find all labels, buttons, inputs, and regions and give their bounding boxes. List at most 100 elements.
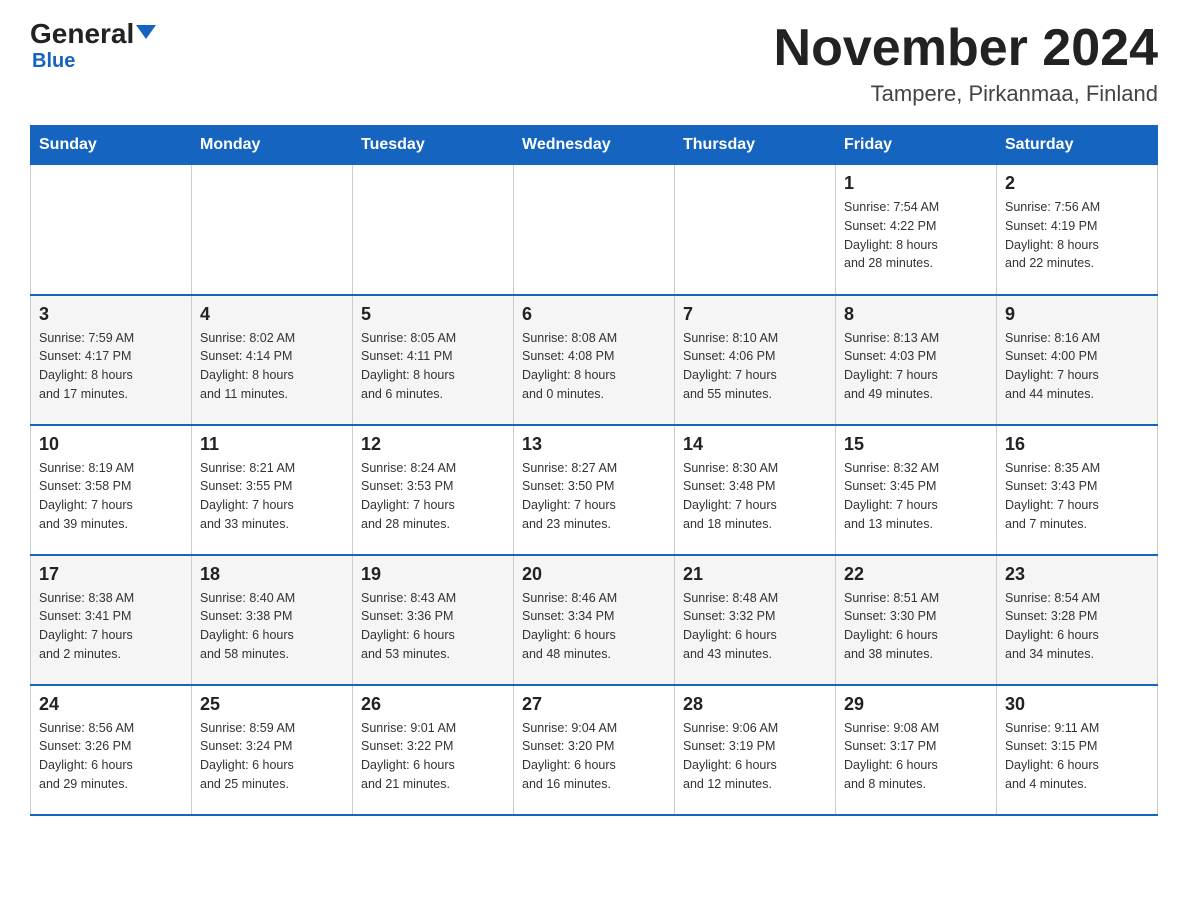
header-row: SundayMondayTuesdayWednesdayThursdayFrid…	[31, 126, 1158, 165]
day-info: Sunrise: 8:24 AMSunset: 3:53 PMDaylight:…	[361, 459, 505, 534]
day-cell	[353, 165, 514, 295]
day-cell: 14 Sunrise: 8:30 AMSunset: 3:48 PMDayligh…	[675, 425, 836, 555]
day-info: Sunrise: 8:56 AMSunset: 3:26 PMDaylight:…	[39, 719, 183, 794]
day-number: 18	[200, 564, 344, 585]
day-info: Sunrise: 8:30 AMSunset: 3:48 PMDaylight:…	[683, 459, 827, 534]
day-cell	[514, 165, 675, 295]
logo-blue-text: Blue	[30, 50, 75, 73]
day-cell: 4Sunrise: 8:02 AMSunset: 4:14 PMDaylight…	[192, 295, 353, 425]
day-cell: 18 Sunrise: 8:40 AMSunset: 3:38 PMDayligh…	[192, 555, 353, 685]
day-number: 23	[1005, 564, 1149, 585]
day-info: Sunrise: 8:35 AMSunset: 3:43 PMDaylight:…	[1005, 459, 1149, 534]
day-cell: 17 Sunrise: 8:38 AMSunset: 3:41 PMDayligh…	[31, 555, 192, 685]
day-cell: 16Sunrise: 8:35 AMSunset: 3:43 PMDayligh…	[997, 425, 1158, 555]
day-info: Sunrise: 8:21 AMSunset: 3:55 PMDaylight:…	[200, 459, 344, 534]
col-header-monday: Monday	[192, 126, 353, 165]
day-info: Sunrise: 8:08 AMSunset: 4:08 PMDaylight:…	[522, 329, 666, 404]
day-info: Sunrise: 8:02 AMSunset: 4:14 PMDaylight:…	[200, 329, 344, 404]
day-number: 25	[200, 694, 344, 715]
day-cell: 3 Sunrise: 7:59 AMSunset: 4:17 PMDaylight…	[31, 295, 192, 425]
day-info: Sunrise: 8:51 AMSunset: 3:30 PMDaylight:…	[844, 589, 988, 664]
col-header-wednesday: Wednesday	[514, 126, 675, 165]
day-number: 30	[1005, 694, 1149, 715]
day-number: 8	[844, 304, 988, 325]
day-cell: 30 Sunrise: 9:11 AMSunset: 3:15 PMDayligh…	[997, 685, 1158, 815]
day-number: 27	[522, 694, 666, 715]
day-number: 26	[361, 694, 505, 715]
day-cell: 25 Sunrise: 8:59 AMSunset: 3:24 PMDayligh…	[192, 685, 353, 815]
day-info: Sunrise: 9:11 AMSunset: 3:15 PMDaylight:…	[1005, 719, 1149, 794]
day-number: 20	[522, 564, 666, 585]
day-info: Sunrise: 8:40 AMSunset: 3:38 PMDaylight:…	[200, 589, 344, 664]
day-cell: 22 Sunrise: 8:51 AMSunset: 3:30 PMDayligh…	[836, 555, 997, 685]
day-number: 24	[39, 694, 183, 715]
day-info: Sunrise: 9:06 AMSunset: 3:19 PMDaylight:…	[683, 719, 827, 794]
day-cell: 5 Sunrise: 8:05 AMSunset: 4:11 PMDaylight…	[353, 295, 514, 425]
day-info: Sunrise: 8:46 AMSunset: 3:34 PMDaylight:…	[522, 589, 666, 664]
day-info: Sunrise: 8:38 AMSunset: 3:41 PMDaylight:…	[39, 589, 183, 664]
location-subtitle: Tampere, Pirkanmaa, Finland	[774, 81, 1158, 107]
day-info: Sunrise: 8:48 AMSunset: 3:32 PMDaylight:…	[683, 589, 827, 664]
day-info: Sunrise: 8:10 AMSunset: 4:06 PMDaylight:…	[683, 329, 827, 404]
day-info: Sunrise: 8:54 AMSunset: 3:28 PMDaylight:…	[1005, 589, 1149, 664]
day-cell: 19 Sunrise: 8:43 AMSunset: 3:36 PMDayligh…	[353, 555, 514, 685]
day-cell: 1Sunrise: 7:54 AMSunset: 4:22 PMDaylight…	[836, 165, 997, 295]
day-number: 5	[361, 304, 505, 325]
logo: General Blue	[30, 20, 156, 73]
day-info: Sunrise: 8:13 AMSunset: 4:03 PMDaylight:…	[844, 329, 988, 404]
day-cell: 7Sunrise: 8:10 AMSunset: 4:06 PMDaylight…	[675, 295, 836, 425]
day-number: 10	[39, 434, 183, 455]
day-info: Sunrise: 7:54 AMSunset: 4:22 PMDaylight:…	[844, 198, 988, 273]
day-info: Sunrise: 8:59 AMSunset: 3:24 PMDaylight:…	[200, 719, 344, 794]
day-info: Sunrise: 9:01 AMSunset: 3:22 PMDaylight:…	[361, 719, 505, 794]
day-cell: 8 Sunrise: 8:13 AMSunset: 4:03 PMDaylight…	[836, 295, 997, 425]
day-info: Sunrise: 8:43 AMSunset: 3:36 PMDaylight:…	[361, 589, 505, 664]
title-area: November 2024 Tampere, Pirkanmaa, Finlan…	[774, 20, 1158, 107]
calendar-table: SundayMondayTuesdayWednesdayThursdayFrid…	[30, 125, 1158, 816]
day-cell	[31, 165, 192, 295]
day-number: 19	[361, 564, 505, 585]
week-row-3: 10 Sunrise: 8:19 AMSunset: 3:58 PMDayligh…	[31, 425, 1158, 555]
month-title: November 2024	[774, 20, 1158, 77]
day-cell: 2Sunrise: 7:56 AMSunset: 4:19 PMDaylight…	[997, 165, 1158, 295]
day-number: 13	[522, 434, 666, 455]
day-number: 9	[1005, 304, 1149, 325]
week-row-5: 24 Sunrise: 8:56 AMSunset: 3:26 PMDayligh…	[31, 685, 1158, 815]
day-info: Sunrise: 8:27 AMSunset: 3:50 PMDaylight:…	[522, 459, 666, 534]
page-header: General Blue November 2024 Tampere, Pirk…	[30, 20, 1158, 107]
day-info: Sunrise: 8:19 AMSunset: 3:58 PMDaylight:…	[39, 459, 183, 534]
day-number: 12	[361, 434, 505, 455]
day-cell: 26 Sunrise: 9:01 AMSunset: 3:22 PMDayligh…	[353, 685, 514, 815]
day-number: 17	[39, 564, 183, 585]
day-cell: 9 Sunrise: 8:16 AMSunset: 4:00 PMDaylight…	[997, 295, 1158, 425]
day-number: 15	[844, 434, 988, 455]
day-cell: 13 Sunrise: 8:27 AMSunset: 3:50 PMDayligh…	[514, 425, 675, 555]
col-header-thursday: Thursday	[675, 126, 836, 165]
day-cell: 27Sunrise: 9:04 AMSunset: 3:20 PMDayligh…	[514, 685, 675, 815]
calendar-body: 1Sunrise: 7:54 AMSunset: 4:22 PMDaylight…	[31, 165, 1158, 815]
day-info: Sunrise: 8:16 AMSunset: 4:00 PMDaylight:…	[1005, 329, 1149, 404]
day-info: Sunrise: 7:59 AMSunset: 4:17 PMDaylight:…	[39, 329, 183, 404]
day-number: 6	[522, 304, 666, 325]
day-number: 3	[39, 304, 183, 325]
logo-triangle-icon	[136, 25, 156, 39]
day-cell	[192, 165, 353, 295]
day-number: 21	[683, 564, 827, 585]
day-cell: 11Sunrise: 8:21 AMSunset: 3:55 PMDayligh…	[192, 425, 353, 555]
day-info: Sunrise: 8:32 AMSunset: 3:45 PMDaylight:…	[844, 459, 988, 534]
day-cell: 23 Sunrise: 8:54 AMSunset: 3:28 PMDayligh…	[997, 555, 1158, 685]
col-header-saturday: Saturday	[997, 126, 1158, 165]
day-info: Sunrise: 9:08 AMSunset: 3:17 PMDaylight:…	[844, 719, 988, 794]
day-number: 14	[683, 434, 827, 455]
logo-general: General	[30, 18, 134, 49]
day-number: 28	[683, 694, 827, 715]
day-cell: 6 Sunrise: 8:08 AMSunset: 4:08 PMDaylight…	[514, 295, 675, 425]
day-cell: 28 Sunrise: 9:06 AMSunset: 3:19 PMDayligh…	[675, 685, 836, 815]
day-number: 2	[1005, 173, 1149, 194]
week-row-4: 17 Sunrise: 8:38 AMSunset: 3:41 PMDayligh…	[31, 555, 1158, 685]
day-number: 29	[844, 694, 988, 715]
col-header-sunday: Sunday	[31, 126, 192, 165]
day-info: Sunrise: 8:05 AMSunset: 4:11 PMDaylight:…	[361, 329, 505, 404]
day-number: 22	[844, 564, 988, 585]
col-header-tuesday: Tuesday	[353, 126, 514, 165]
